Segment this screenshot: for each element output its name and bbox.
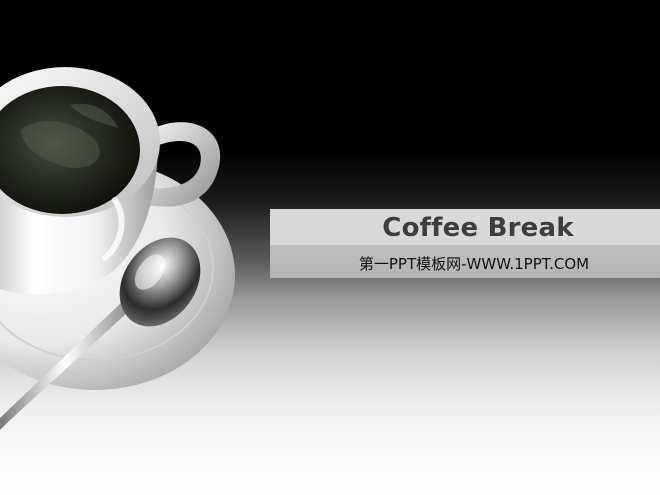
title-band: Coffee Break 第一PPT模板网-WWW.1PPT.COM <box>270 209 660 278</box>
slide: Coffee Break 第一PPT模板网-WWW.1PPT.COM <box>0 0 660 495</box>
slide-title: Coffee Break <box>382 213 574 243</box>
slide-subtitle: 第一PPT模板网-WWW.1PPT.COM <box>358 255 590 273</box>
